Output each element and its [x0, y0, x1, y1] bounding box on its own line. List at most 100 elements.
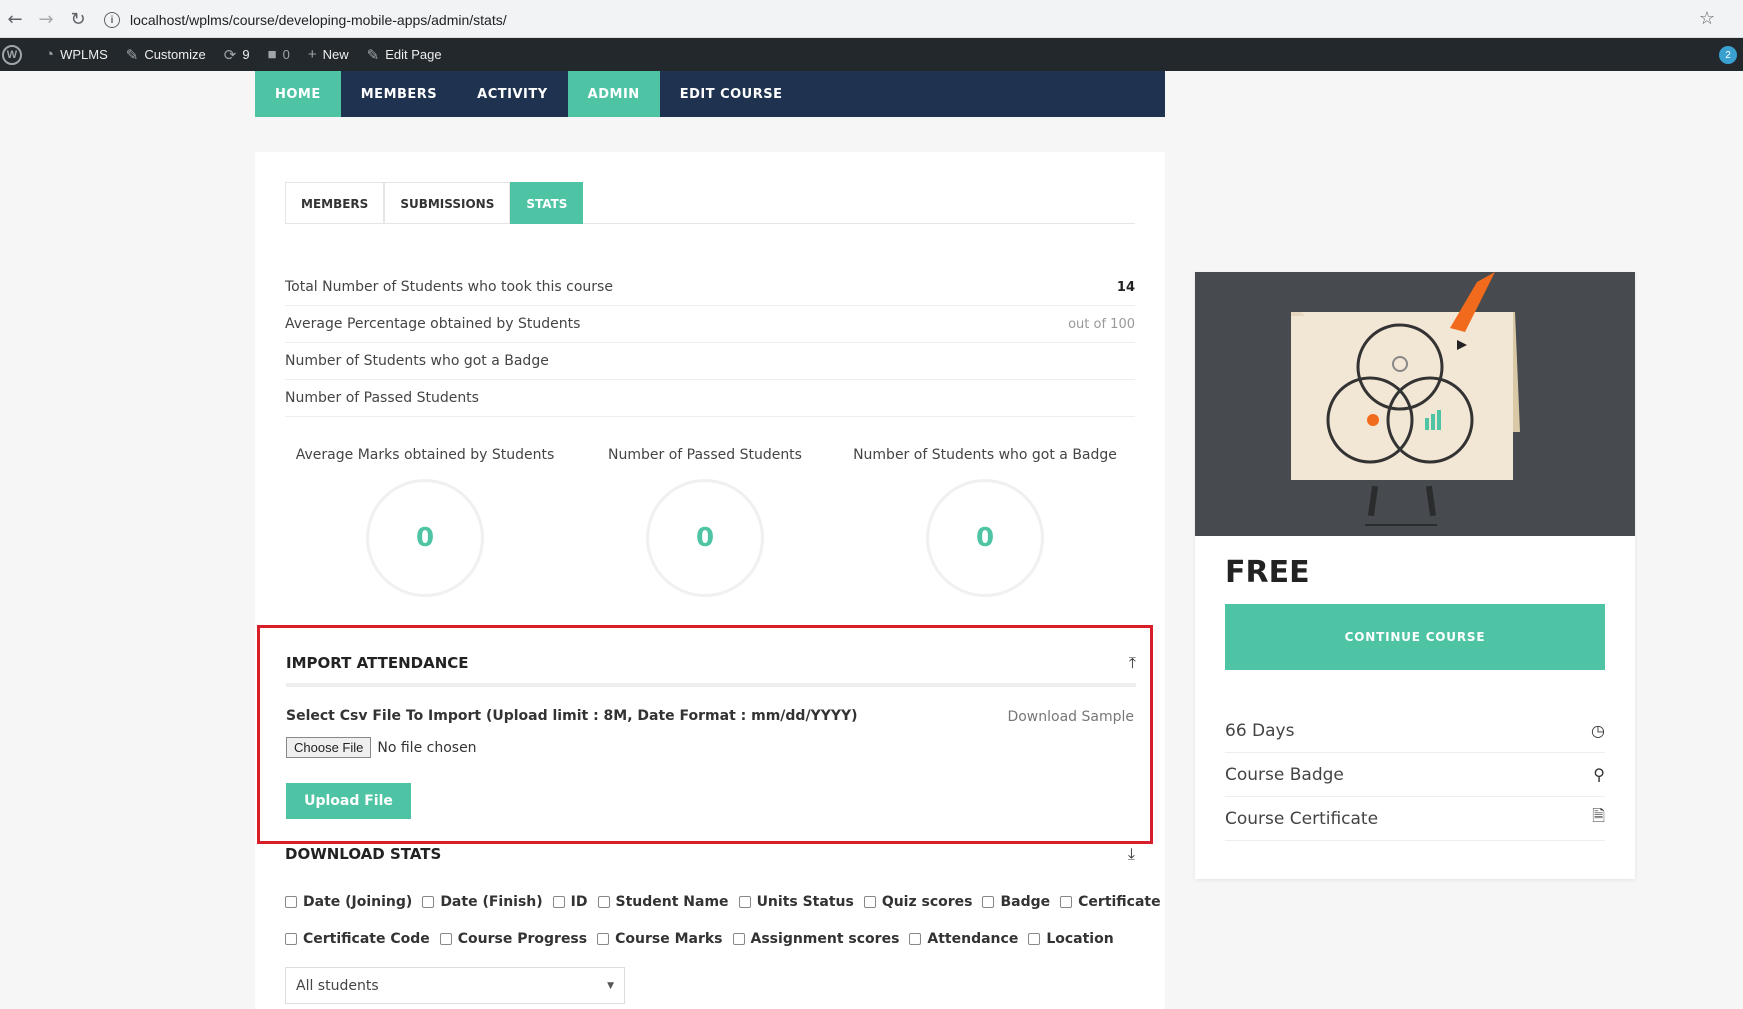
course-nav: HOME MEMBERS ACTIVITY ADMIN EDIT COURSE: [255, 71, 1165, 117]
stat-row-badge-students: Number of Students who got a Badge: [285, 343, 1135, 380]
info-icon[interactable]: i: [104, 12, 120, 28]
updates-link[interactable]: ⟳ 9: [215, 38, 259, 71]
checkbox-box[interactable]: [597, 896, 610, 908]
new-content-menu[interactable]: + New: [299, 38, 358, 71]
checkbox-label: Badge: [1000, 894, 1051, 910]
customize-label: Customize: [144, 47, 206, 62]
subtab-stats[interactable]: STATS: [510, 182, 584, 224]
presentation-illustration: [1291, 272, 1520, 526]
stat-value: out of 100: [1068, 316, 1135, 332]
import-header: IMPORT ATTENDANCE ⤒: [286, 653, 1136, 673]
download-icon[interactable]: ⤓: [1128, 844, 1135, 864]
new-label: New: [322, 47, 349, 62]
clock-icon: ◷: [1591, 721, 1605, 740]
checkbox-box[interactable]: [1060, 896, 1073, 908]
checkbox-box[interactable]: [982, 896, 995, 908]
plus-icon: +: [307, 46, 317, 63]
course-price: FREE: [1225, 555, 1310, 590]
checkbox-label: Location: [1046, 931, 1114, 947]
checkbox-date-finish[interactable]: Date (Finish): [422, 894, 543, 910]
checkbox-label: Course Marks: [615, 931, 723, 947]
tab-home[interactable]: HOME: [255, 71, 341, 117]
student-filter-select[interactable]: All students ▼: [285, 967, 625, 1004]
continue-course-button[interactable]: CONTINUE COURSE: [1225, 604, 1605, 670]
checkbox-box[interactable]: [738, 896, 751, 908]
file-input: Choose File No file chosen: [286, 737, 477, 758]
checkbox-assignment-scores[interactable]: Assignment scores: [732, 931, 900, 947]
wordpress-icon: W: [2, 44, 22, 65]
course-sidebar-card: FREE CONTINUE COURSE 66 Days ◷ Course Ba…: [1195, 272, 1635, 879]
admin-main-panel: MEMBERS SUBMISSIONS STATS Total Number o…: [255, 152, 1165, 1009]
certificate-row: Course Certificate 🗎: [1225, 797, 1605, 841]
checkbox-box[interactable]: [285, 933, 297, 945]
checkbox-id[interactable]: ID: [552, 894, 588, 910]
circle-value: 0: [926, 479, 1044, 597]
checkbox-box[interactable]: [1028, 933, 1041, 945]
checkbox-label: Course Progress: [457, 931, 588, 947]
badge-icon: ⚲: [1593, 765, 1605, 784]
checkbox-badge[interactable]: Badge: [982, 894, 1050, 910]
checkbox-label: Date (Joining): [303, 894, 413, 910]
choose-file-button[interactable]: Choose File: [286, 737, 372, 758]
upload-file-button[interactable]: Upload File: [286, 783, 411, 819]
circle-label: Average Marks obtained by Students: [295, 447, 555, 463]
checkbox-label: Quiz scores: [881, 894, 973, 910]
checkbox-label: Assignment scores: [750, 931, 900, 947]
checkbox-box[interactable]: [597, 933, 610, 945]
subtab-members[interactable]: MEMBERS: [285, 182, 385, 224]
checkbox-box[interactable]: [422, 896, 435, 908]
comment-icon: ■: [267, 46, 277, 63]
duration-row: 66 Days ◷: [1225, 709, 1605, 753]
tab-members[interactable]: MEMBERS: [341, 71, 457, 117]
customize-link[interactable]: ✎ Customize: [117, 38, 215, 71]
tab-edit-course[interactable]: EDIT COURSE: [660, 71, 803, 117]
checkbox-student-name[interactable]: Student Name: [597, 894, 729, 910]
checkbox-box[interactable]: [909, 933, 922, 945]
download-options-row-2: Certificate Code Course Progress Course …: [285, 931, 1124, 947]
certificate-label: Course Certificate: [1225, 808, 1379, 829]
checkbox-certificate-code[interactable]: Certificate Code: [285, 931, 430, 947]
checkbox-course-marks[interactable]: Course Marks: [597, 931, 723, 947]
checkbox-label: Attendance: [927, 931, 1019, 947]
no-file-text: No file chosen: [377, 739, 477, 756]
checkbox-box[interactable]: [552, 896, 565, 908]
checkbox-units-status[interactable]: Units Status: [738, 894, 854, 910]
checkbox-location[interactable]: Location: [1028, 931, 1114, 947]
user-avatar[interactable]: 2: [1719, 46, 1737, 64]
stat-row-total-students: Total Number of Students who took this c…: [285, 269, 1135, 306]
checkbox-quiz-scores[interactable]: Quiz scores: [863, 894, 973, 910]
subtab-submissions[interactable]: SUBMISSIONS: [384, 182, 511, 224]
checkbox-box[interactable]: [285, 896, 297, 908]
download-stats-header: DOWNLOAD STATS ⤓: [285, 844, 1135, 864]
forward-icon[interactable]: →: [31, 4, 61, 34]
checkbox-label: Student Name: [615, 894, 729, 910]
upload-icon[interactable]: ⤒: [1129, 653, 1136, 673]
download-sample-link[interactable]: Download Sample: [1007, 709, 1134, 725]
wp-logo-menu[interactable]: W: [0, 38, 31, 71]
pencil-icon: ✎: [366, 46, 380, 64]
checkbox-label: Certificate Code: [303, 931, 430, 947]
duration-label: 66 Days: [1225, 720, 1295, 741]
certificate-icon: 🗎: [1592, 806, 1605, 825]
tab-activity[interactable]: ACTIVITY: [457, 71, 568, 117]
checkbox-box[interactable]: [863, 896, 876, 908]
checkbox-date-joining[interactable]: Date (Joining): [285, 894, 412, 910]
site-name-menu[interactable]: ◔ WPLMS: [31, 38, 117, 71]
course-thumbnail: [1195, 272, 1635, 536]
checkbox-certificate[interactable]: Certificate: [1060, 894, 1161, 910]
edit-page-link[interactable]: ✎ Edit Page: [358, 38, 451, 71]
checkbox-attendance[interactable]: Attendance: [909, 931, 1018, 947]
tab-admin[interactable]: ADMIN: [567, 71, 660, 117]
address-bar[interactable]: i localhost/wplms/course/developing-mobi…: [104, 6, 1704, 34]
checkbox-box[interactable]: [439, 933, 452, 945]
comments-count: 0: [282, 47, 290, 62]
section-divider: [286, 683, 1136, 687]
brush-icon: ✎: [125, 46, 139, 64]
bookmark-star-icon[interactable]: ☆: [1699, 8, 1715, 29]
reload-icon[interactable]: ↻: [63, 4, 93, 34]
comments-link[interactable]: ■ 0: [259, 38, 299, 71]
checkbox-course-progress[interactable]: Course Progress: [439, 931, 588, 947]
checkbox-box[interactable]: [732, 933, 745, 945]
badge-label: Course Badge: [1225, 764, 1344, 785]
back-icon[interactable]: ←: [0, 4, 30, 34]
